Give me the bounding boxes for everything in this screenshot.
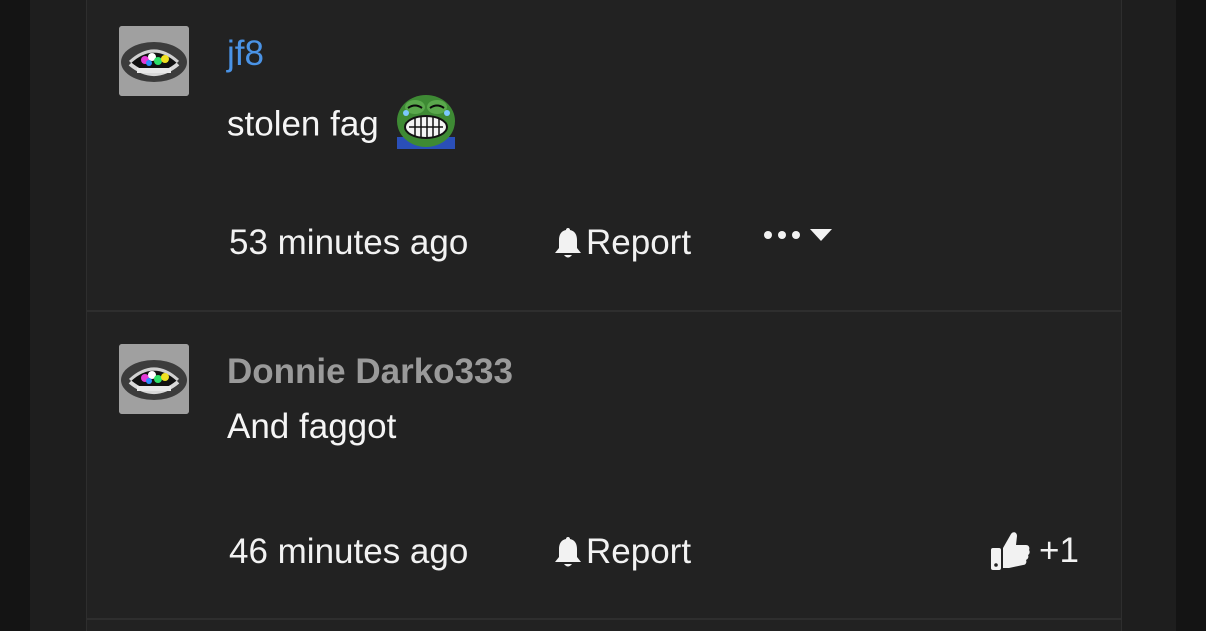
report-label: Report	[586, 223, 692, 262]
report-button[interactable]: Report	[553, 223, 691, 263]
user-avatar[interactable]	[119, 26, 189, 96]
report-label: Report	[586, 532, 692, 571]
comment-timestamp[interactable]: 46 minutes ago	[229, 532, 468, 572]
like-count: +1	[1039, 531, 1079, 570]
comment-item: Donnie Darko333 And faggot 46 minutes ag…	[87, 312, 1121, 620]
lips-avatar-icon	[119, 344, 189, 414]
report-button[interactable]: Report	[553, 532, 691, 572]
comment-username[interactable]: Donnie Darko333	[227, 352, 513, 392]
page-gutter-left	[0, 0, 30, 631]
comment-text: And faggot	[227, 407, 397, 446]
comment-text: stolen fag	[227, 104, 379, 144]
pepe-laughing-crying-emoji-icon	[395, 91, 457, 149]
bell-icon	[555, 537, 581, 567]
comment-timestamp[interactable]: 53 minutes ago	[229, 223, 468, 263]
like-button[interactable]: +1	[989, 530, 1079, 572]
lips-avatar-icon	[119, 26, 189, 96]
comment-username[interactable]: jf8	[227, 34, 264, 74]
comment-item: jf8 stolen fag 53 minutes ago Report	[87, 0, 1121, 312]
more-options-button[interactable]	[763, 228, 833, 242]
thumbs-up-icon	[991, 532, 1030, 570]
ellipsis-icon	[764, 231, 800, 239]
caret-down-icon	[810, 229, 832, 241]
user-avatar[interactable]	[119, 344, 189, 414]
comment-body: And faggot	[227, 407, 396, 447]
page-gutter-right	[1176, 0, 1206, 631]
comment-feed: jf8 stolen fag 53 minutes ago Report Don…	[86, 0, 1122, 631]
bell-icon	[555, 228, 581, 258]
comment-body: stolen fag	[227, 95, 457, 155]
